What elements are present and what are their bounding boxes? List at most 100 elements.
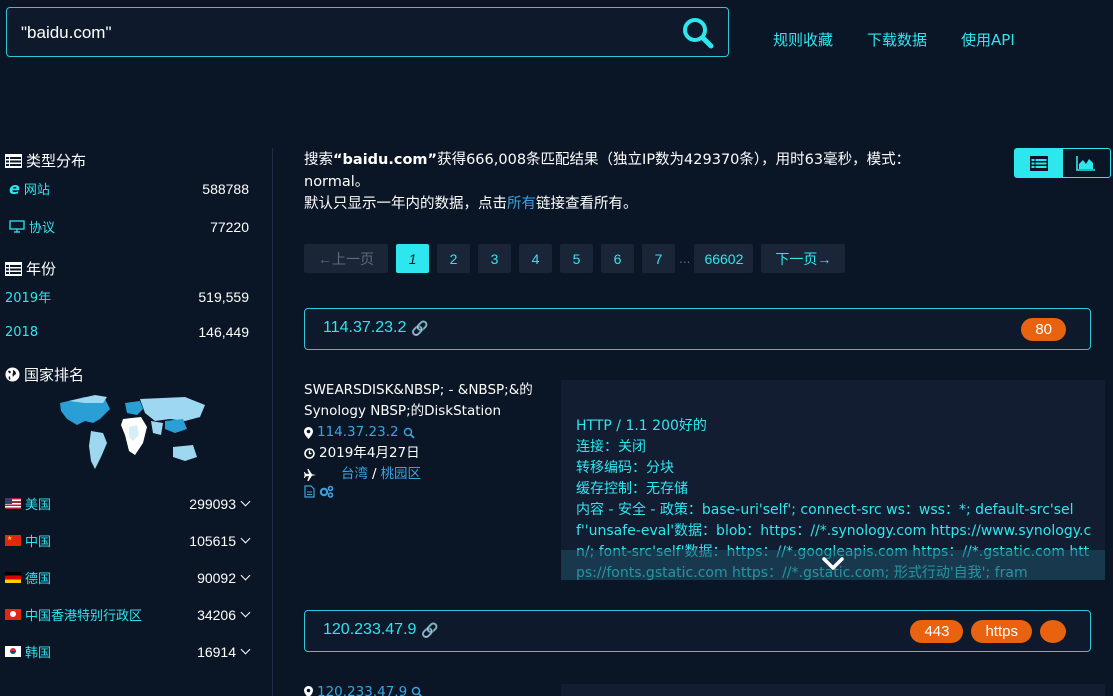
country-item-count: 90092 bbox=[197, 569, 236, 586]
list-icon bbox=[1029, 155, 1048, 171]
nav-rule-favorites[interactable]: 规则收藏 bbox=[773, 29, 833, 50]
view-toggle bbox=[1014, 148, 1111, 178]
e-icon: e bbox=[9, 179, 20, 198]
type-item-protocol[interactable]: 协议 77220 bbox=[5, 217, 249, 236]
monitor-icon bbox=[9, 220, 25, 233]
list-view-button[interactable] bbox=[1015, 149, 1063, 177]
search-icon[interactable] bbox=[403, 427, 415, 439]
globe-icon bbox=[5, 367, 20, 382]
type-item-website[interactable]: e 网站 588788 bbox=[5, 179, 249, 198]
search-icon bbox=[683, 18, 714, 49]
chevron-down-icon[interactable] bbox=[240, 533, 251, 543]
country-item-label: 美国 bbox=[25, 498, 52, 513]
result-ip-link[interactable]: 120.233.47.9 🔗 bbox=[323, 621, 439, 639]
country-item-count: 16914 bbox=[197, 643, 236, 660]
type-item-label: 网站 bbox=[23, 183, 50, 198]
chart-view-button[interactable] bbox=[1063, 149, 1111, 177]
year-item-2018[interactable]: 2018 146,449 bbox=[5, 324, 249, 340]
page-button[interactable]: 1 bbox=[396, 244, 429, 273]
pagination-ellipsis: ... bbox=[679, 251, 691, 266]
country-item-count: 34206 bbox=[197, 606, 236, 623]
port-badges: 80 bbox=[1021, 318, 1066, 341]
country-item-us[interactable]: 美国 299093 bbox=[5, 494, 251, 513]
search-input[interactable] bbox=[21, 20, 661, 46]
country-item-label: 中国 bbox=[25, 535, 52, 550]
country-item-cn[interactable]: ★ 中国 105615 bbox=[5, 531, 251, 550]
world-map bbox=[55, 391, 212, 476]
map-marker-icon bbox=[304, 426, 313, 439]
protocol-badge[interactable]: https bbox=[971, 620, 1032, 643]
search-button[interactable] bbox=[680, 15, 716, 51]
status-dot-badge[interactable] bbox=[1040, 620, 1066, 643]
port-badge[interactable]: 443 bbox=[910, 620, 964, 643]
hk-flag-icon bbox=[5, 609, 21, 620]
list-icon bbox=[5, 153, 22, 168]
last-page-button[interactable]: 66602 bbox=[694, 244, 754, 273]
chevron-down-icon[interactable] bbox=[240, 607, 251, 617]
link-icon: 🔗 bbox=[421, 621, 439, 638]
top-nav: 规则收藏 下载数据 使用API bbox=[773, 29, 1015, 50]
country-item-count: 299093 bbox=[189, 495, 236, 512]
search-icon[interactable] bbox=[411, 686, 423, 696]
year-item-count: 519,559 bbox=[198, 288, 249, 305]
document-icon[interactable] bbox=[304, 485, 315, 498]
chevron-down-icon[interactable] bbox=[240, 496, 251, 506]
result-location-region[interactable]: 台湾 bbox=[341, 464, 368, 485]
chevron-down-icon[interactable] bbox=[240, 570, 251, 580]
type-item-count: 588788 bbox=[202, 180, 249, 197]
search-box bbox=[6, 7, 729, 57]
nav-use-api[interactable]: 使用API bbox=[961, 29, 1015, 50]
map-marker-icon bbox=[304, 686, 313, 696]
result-meta: SWEARSDISK&NBSP; - &NBSP;&的Synology NBSP… bbox=[304, 380, 554, 498]
result-banner: HTTP / 1.1 200好的 连接：关闭 转移编码：分块 缓存控制：无存储 … bbox=[561, 380, 1105, 580]
area-chart-icon bbox=[1076, 156, 1096, 171]
expand-banner-button[interactable] bbox=[821, 556, 845, 576]
pagination: ←上一页 1 2 3 4 5 6 7 ... 66602 下一页→ bbox=[304, 244, 846, 273]
country-item-de[interactable]: 德国 90092 bbox=[5, 568, 251, 587]
kr-flag-icon bbox=[5, 646, 21, 657]
cn-flag-icon: ★ bbox=[5, 535, 21, 546]
page-button[interactable]: 3 bbox=[478, 244, 511, 273]
result-ip-row: 114.37.23.2 bbox=[304, 422, 554, 443]
de-flag-icon bbox=[5, 572, 21, 583]
next-page-button[interactable]: 下一页→ bbox=[761, 244, 846, 273]
year-item-2019[interactable]: 2019年 519,559 bbox=[5, 287, 249, 307]
clock-icon bbox=[304, 448, 315, 459]
port-badge[interactable]: 80 bbox=[1021, 318, 1066, 341]
result-title: SWEARSDISK&NBSP; - &NBSP;&的Synology NBSP… bbox=[304, 382, 533, 419]
result-ip-small[interactable]: 120.233.47.9 bbox=[317, 684, 407, 696]
result-date-row: 2019年4月27日 bbox=[304, 443, 554, 464]
type-item-label: 协议 bbox=[29, 221, 56, 236]
page-button[interactable]: 7 bbox=[642, 244, 675, 273]
result-ip-row: 120.233.47.9 bbox=[304, 684, 423, 696]
page-button[interactable]: 4 bbox=[519, 244, 552, 273]
link-icon: 🔗 bbox=[411, 319, 429, 336]
result-ip-link[interactable]: 114.37.23.2 🔗 bbox=[323, 319, 429, 337]
type-item-count: 77220 bbox=[210, 218, 249, 235]
all-data-link[interactable]: 所有 bbox=[507, 196, 536, 212]
page-button[interactable]: 6 bbox=[601, 244, 634, 273]
search-summary: 搜索“baidu.com”获得666,008条匹配结果（独立IP数为429370… bbox=[304, 152, 911, 212]
result-header: 114.37.23.2 🔗 80 bbox=[304, 308, 1091, 350]
year-item-label: 2019年 bbox=[5, 291, 52, 306]
result-location-row: 台湾 / 桃园区 bbox=[304, 464, 554, 485]
nav-download-data[interactable]: 下载数据 bbox=[867, 29, 927, 50]
list-icon bbox=[5, 261, 22, 276]
country-section-title: 国家排名 bbox=[5, 364, 84, 385]
result-ip-small[interactable]: 114.37.23.2 bbox=[317, 422, 399, 443]
country-item-label: 中国香港特别行政区 bbox=[25, 609, 143, 624]
country-item-hk[interactable]: 中国香港特别行政区 34206 bbox=[5, 605, 251, 624]
result-date: 2019年4月27日 bbox=[319, 445, 420, 461]
type-section-title: 类型分布 bbox=[5, 150, 86, 171]
result-tools-row bbox=[304, 485, 554, 498]
port-badges: 443 https bbox=[910, 620, 1066, 643]
page-button[interactable]: 5 bbox=[560, 244, 593, 273]
country-item-kr[interactable]: 韩国 16914 bbox=[5, 642, 251, 661]
page-button[interactable]: 2 bbox=[437, 244, 470, 273]
result-banner bbox=[561, 684, 1105, 696]
chevron-down-icon[interactable] bbox=[240, 644, 251, 654]
year-item-label: 2018 bbox=[5, 324, 39, 340]
prev-page-button[interactable]: ←上一页 bbox=[304, 244, 388, 273]
result-location-city[interactable]: 桃园区 bbox=[381, 464, 422, 485]
gears-icon[interactable] bbox=[319, 485, 334, 498]
